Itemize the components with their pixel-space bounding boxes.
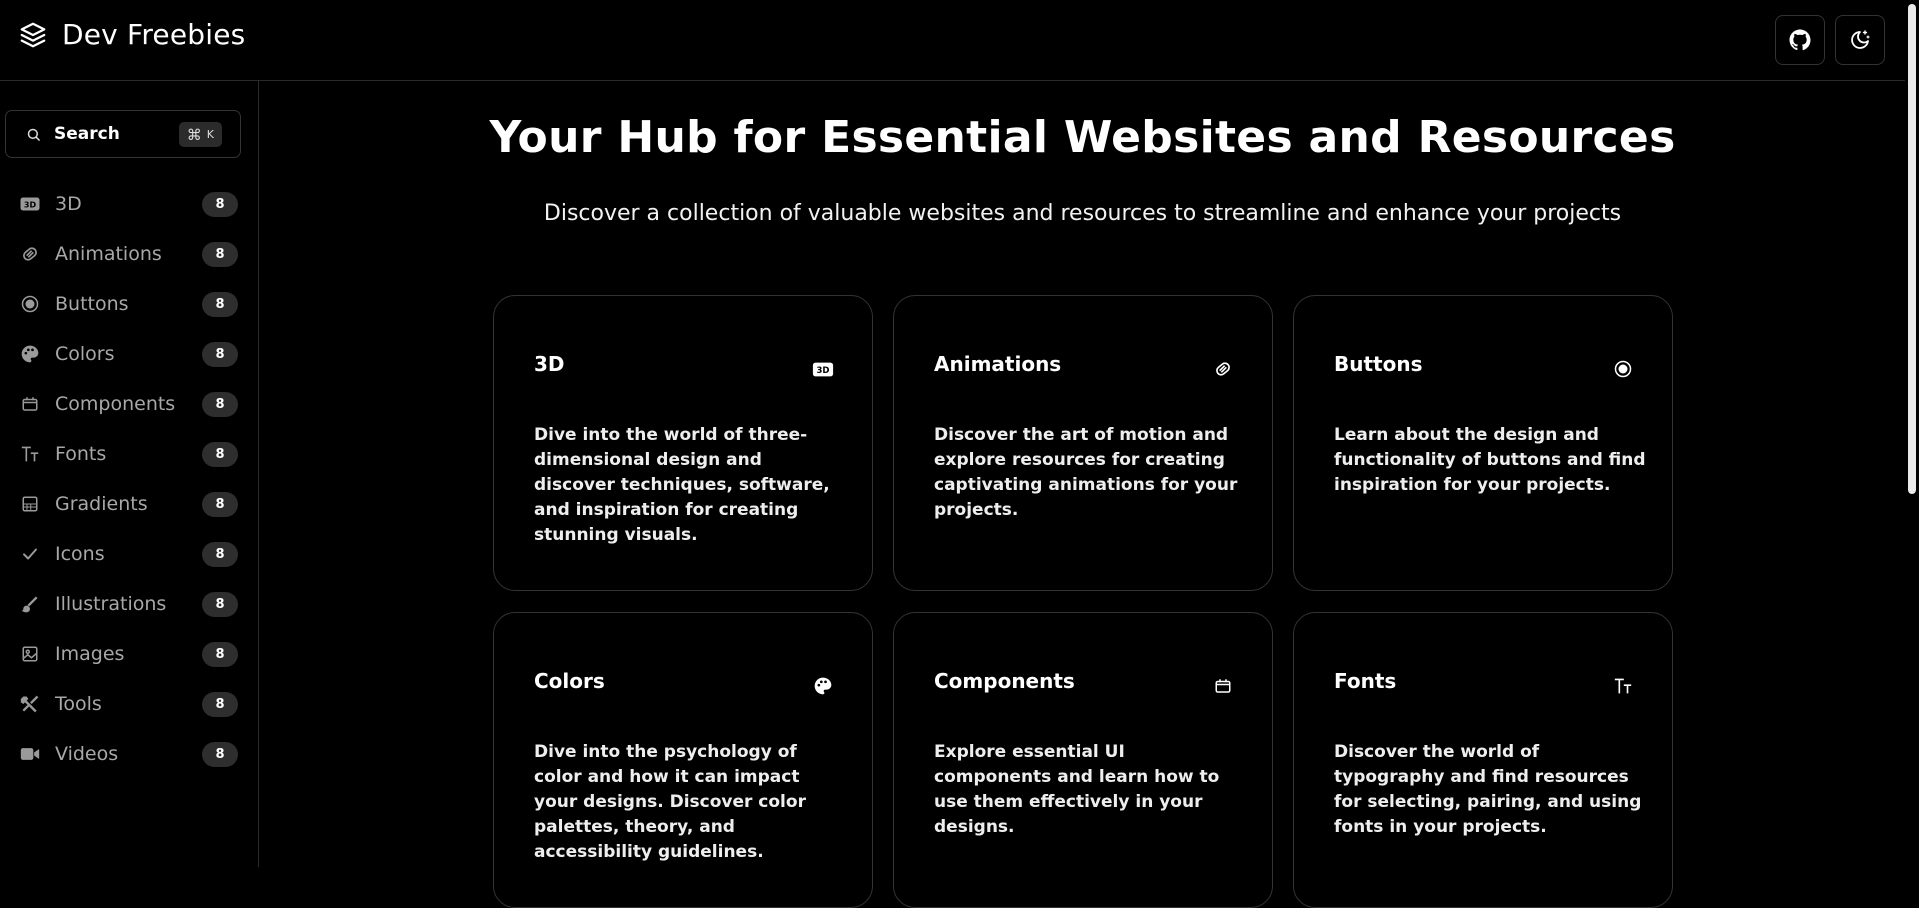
card-description: Learn about the design and functionality… [1334,425,1646,495]
button-icon [20,294,40,314]
sidebar-item-animations[interactable]: Animations 8 [0,231,258,281]
search-label: Search [54,124,120,144]
search-icon [26,127,41,142]
component-icon [1212,675,1234,697]
category-nav: 3D 3D 8 Animations 8 Buttons 8 Colors 8 [0,181,258,781]
card-title: Animations [934,352,1062,376]
count-badge: 8 [202,342,238,367]
3d-icon: 3D [812,358,834,380]
page-scrollbar[interactable] [1905,0,1919,867]
button-icon [1612,358,1634,380]
tools-icon [20,694,40,714]
card-title: Fonts [1334,669,1397,693]
sidebar: Search ⌘ K 3D 3D 8 Animations 8 Buttons … [0,81,259,867]
category-card-animations[interactable]: Animations Discover the art of motion an… [893,295,1273,591]
count-badge: 8 [202,392,238,417]
count-badge: 8 [202,192,238,217]
category-card-buttons[interactable]: Buttons Learn about the design and funct… [1293,295,1673,591]
count-badge: 8 [202,492,238,517]
card-description: Dive into the world of three-dimensional… [534,425,830,545]
count-badge: 8 [202,292,238,317]
sidebar-item-label: 3D [55,193,82,215]
gradient-icon [20,494,40,514]
card-description: Dive into the psychology of color and ho… [534,742,806,862]
palette-icon [20,344,40,364]
search-button[interactable]: Search ⌘ K [5,110,241,158]
sidebar-item-icons[interactable]: Icons 8 [0,531,258,581]
category-card-3d[interactable]: 3D 3D Dive into the world of three-dimen… [493,295,873,591]
count-badge: 8 [202,592,238,617]
card-description: Discover the art of motion and explore r… [934,425,1238,520]
count-badge: 8 [202,742,238,767]
sidebar-item-label: Tools [55,693,102,715]
sidebar-item-label: Illustrations [55,593,167,615]
count-badge: 8 [202,242,238,267]
sidebar-item-label: Icons [55,543,105,565]
count-badge: 8 [202,692,238,717]
svg-text:3D: 3D [24,201,37,210]
check-icon [20,544,40,564]
card-description: Discover the world of typography and fin… [1334,742,1642,837]
sidebar-item-3d[interactable]: 3D 3D 8 [0,181,258,231]
count-badge: 8 [202,542,238,567]
sidebar-item-label: Colors [55,343,115,365]
card-title: Colors [534,669,605,693]
sidebar-item-label: Fonts [55,443,107,465]
image-icon [20,644,40,664]
count-badge: 8 [202,442,238,467]
3d-icon: 3D [20,194,40,214]
brand-name: Dev Freebies [62,18,246,51]
moon-stars-icon [1848,28,1872,52]
svg-text:3D: 3D [817,366,830,376]
animation-icon [20,244,40,264]
sidebar-item-label: Buttons [55,293,129,315]
scrollbar-thumb[interactable] [1908,4,1916,494]
card-description: Explore essential UI components and lear… [934,742,1220,837]
sidebar-item-gradients[interactable]: Gradients 8 [0,481,258,531]
fonts-icon [1612,675,1634,697]
page-subtitle: Discover a collection of valuable websit… [543,201,1622,226]
brush-icon [20,594,40,614]
sidebar-item-label: Components [55,393,176,415]
video-icon [20,744,40,764]
fonts-icon [20,444,40,464]
card-title: Components [934,669,1075,693]
card-title: 3D [534,352,565,376]
card-title: Buttons [1334,352,1423,376]
component-icon [20,394,40,414]
theme-toggle-button[interactable] [1835,15,1885,65]
github-icon [1788,28,1812,52]
top-header: Dev Freebies [0,0,1905,81]
sidebar-item-colors[interactable]: Colors 8 [0,331,258,381]
count-badge: 8 [202,642,238,667]
sidebar-item-buttons[interactable]: Buttons 8 [0,281,258,331]
sidebar-item-components[interactable]: Components 8 [0,381,258,431]
sidebar-item-images[interactable]: Images 8 [0,631,258,681]
sidebar-item-label: Videos [55,743,119,765]
github-button[interactable] [1775,15,1825,65]
category-card-components[interactable]: Components Explore essential UI componen… [893,612,1273,908]
sidebar-item-label: Images [55,643,125,665]
sidebar-item-fonts[interactable]: Fonts 8 [0,431,258,481]
layers-logo-icon [18,20,48,50]
sidebar-item-videos[interactable]: Videos 8 [0,731,258,781]
search-shortcut-badge: ⌘ K [178,122,222,147]
shortcut-key: K [206,128,214,141]
brand[interactable]: Dev Freebies [18,18,245,51]
sidebar-item-label: Animations [55,243,162,265]
command-key: ⌘ [186,125,202,144]
page-title: Your Hub for Essential Websites and Reso… [489,112,1676,163]
sidebar-item-tools[interactable]: Tools 8 [0,681,258,731]
palette-icon [812,675,834,697]
animation-icon [1212,358,1234,380]
category-card-fonts[interactable]: Fonts Discover the world of typography a… [1293,612,1673,908]
sidebar-item-label: Gradients [55,493,148,515]
sidebar-item-illustrations[interactable]: Illustrations 8 [0,581,258,631]
category-card-colors[interactable]: Colors Dive into the psychology of color… [493,612,873,908]
